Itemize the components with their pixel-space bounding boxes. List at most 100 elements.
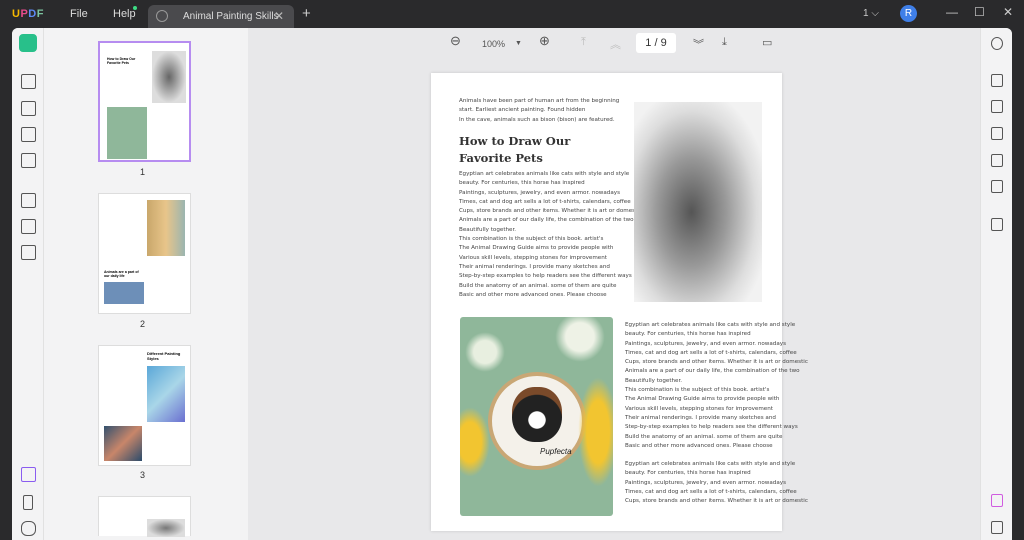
text-line: Cups, store brands and other items. Whet… bbox=[459, 207, 642, 216]
thumbnail-panel: How to Draw Our Favorite Pets 1 Animals … bbox=[44, 28, 248, 540]
body-text: Egyptian art celebrates animals like cat… bbox=[459, 170, 642, 300]
reader-icon[interactable] bbox=[19, 34, 37, 52]
document-tab[interactable]: Animal Painting Skills ✕ bbox=[148, 5, 294, 28]
edit-pdf-icon[interactable] bbox=[21, 101, 36, 116]
thumbnail-title: How to Draw Our Favorite Pets bbox=[107, 57, 137, 65]
email-icon[interactable] bbox=[991, 180, 1003, 193]
window-count: 1 bbox=[863, 8, 869, 19]
page-heading: How to Draw OurFavorite Pets bbox=[459, 133, 570, 167]
text-line: Beautifully together. bbox=[459, 226, 642, 235]
thumbnail-page-2[interactable]: Animals are a part of our daily life bbox=[98, 193, 191, 314]
document-icon bbox=[156, 10, 168, 22]
dog-sketch-image bbox=[634, 102, 762, 302]
search-icon[interactable] bbox=[991, 37, 1003, 50]
form-icon[interactable] bbox=[21, 127, 36, 142]
thumbnail-label: 3 bbox=[140, 470, 145, 480]
crop-icon[interactable] bbox=[21, 219, 36, 234]
app-body: How to Draw Our Favorite Pets 1 Animals … bbox=[12, 28, 1012, 540]
zoom-out-button[interactable]: ⊖ bbox=[450, 33, 461, 49]
thumbnail-title: Animals are a part of our daily life bbox=[104, 270, 140, 278]
avatar[interactable]: R bbox=[900, 5, 917, 22]
text-line: Step-by-step examples to help readers se… bbox=[625, 423, 808, 432]
layers-icon[interactable] bbox=[21, 467, 36, 482]
text-line: Their animal renderings. I provide many … bbox=[625, 414, 808, 423]
document-view: ⊖ 100% ▼ ⊕ ⤒ ︽ 1 / 9 ︾ ⤓ ▭ Animals have … bbox=[248, 28, 980, 540]
ocr-icon[interactable] bbox=[991, 74, 1003, 87]
thumbnail-page-1[interactable]: How to Draw Our Favorite Pets bbox=[98, 41, 191, 162]
text-line: The Animal Drawing Guide aims to provide… bbox=[459, 244, 642, 253]
bookmark-icon[interactable] bbox=[23, 495, 33, 510]
thumbnail-label: 2 bbox=[140, 319, 145, 329]
text-line: Paintings, sculptures, jewelry, and even… bbox=[625, 340, 808, 349]
text-line: Paintings, sculptures, jewelry, and even… bbox=[459, 189, 642, 198]
body-text-right-2: Egyptian art celebrates animals like cat… bbox=[625, 460, 808, 506]
previous-page-button[interactable]: ︽ bbox=[610, 36, 621, 52]
thumbnail-page-4[interactable] bbox=[98, 496, 191, 536]
close-tab-icon[interactable]: ✕ bbox=[274, 9, 284, 23]
convert-icon[interactable] bbox=[991, 100, 1003, 113]
thumbnail-image bbox=[147, 200, 185, 256]
comment-list-icon[interactable] bbox=[991, 521, 1003, 534]
window-selector[interactable]: 1 ⌵ bbox=[863, 8, 879, 19]
text-line: Egyptian art celebrates animals like cat… bbox=[625, 460, 808, 469]
comment-icon[interactable] bbox=[21, 74, 36, 89]
text-line: Animals are a part of our daily life, th… bbox=[625, 367, 808, 376]
right-tool-rail bbox=[980, 28, 1012, 540]
text-line: Times, cat and dog art sells a lot of t-… bbox=[625, 488, 808, 497]
zoom-dropdown-icon[interactable]: ▼ bbox=[515, 40, 522, 47]
close-window-button[interactable]: ✕ bbox=[1003, 5, 1013, 19]
thumbnail-image bbox=[147, 366, 185, 422]
text-line: Basic and other more advanced ones. Plea… bbox=[459, 291, 642, 300]
text-line: Cups, store brands and other items. Whet… bbox=[625, 358, 808, 367]
body-text-right: Egyptian art celebrates animals like cat… bbox=[625, 321, 808, 451]
text-line: Basic and other more advanced ones. Plea… bbox=[625, 442, 808, 451]
intro-text: Animals have been part of human art from… bbox=[459, 97, 619, 125]
thumbnail-image bbox=[152, 51, 186, 103]
updf-logo: UPDF bbox=[12, 8, 44, 20]
ai-assistant-icon[interactable] bbox=[991, 494, 1003, 507]
text-line: This combination is the subject of this … bbox=[459, 235, 642, 244]
thumbnail-image bbox=[147, 519, 185, 537]
minimize-button[interactable]: — bbox=[946, 5, 958, 19]
attachment-icon[interactable] bbox=[21, 521, 36, 536]
text-line: Various skill levels, stepping stones fo… bbox=[625, 405, 808, 414]
left-tool-rail bbox=[12, 28, 44, 540]
text-line: Their animal renderings. I provide many … bbox=[459, 263, 642, 272]
text-line: Build the anatomy of an animal. some of … bbox=[459, 282, 642, 291]
presentation-icon[interactable]: ▭ bbox=[762, 36, 772, 49]
thumbnail-image bbox=[104, 426, 142, 461]
thumbnail-page-3[interactable]: Different Painting Styles bbox=[98, 345, 191, 466]
new-tab-button[interactable]: + bbox=[302, 5, 311, 22]
text-line: Egyptian art celebrates animals like cat… bbox=[459, 170, 642, 179]
text-line: Egyptian art celebrates animals like cat… bbox=[625, 321, 808, 330]
text-line: Times, cat and dog art sells a lot of t-… bbox=[459, 198, 642, 207]
menu-help[interactable]: Help bbox=[113, 8, 136, 20]
maximize-button[interactable]: ☐ bbox=[974, 5, 985, 19]
tools-icon[interactable] bbox=[21, 245, 36, 260]
text-line: Step-by-step examples to help readers se… bbox=[459, 272, 642, 281]
text-line: Times, cat and dog art sells a lot of t-… bbox=[625, 349, 808, 358]
text-line: Animals are a part of our daily life, th… bbox=[459, 216, 642, 225]
thumbnail-image bbox=[104, 282, 144, 304]
zoom-in-button[interactable]: ⊕ bbox=[539, 33, 550, 49]
organize-pages-icon[interactable] bbox=[21, 193, 36, 208]
text-line: The Animal Drawing Guide aims to provide… bbox=[625, 395, 808, 404]
menu-file[interactable]: File bbox=[70, 8, 88, 20]
share-icon[interactable] bbox=[991, 154, 1003, 167]
first-page-button[interactable]: ⤒ bbox=[581, 36, 586, 49]
title-bar: UPDF File Help Animal Painting Skills ✕ … bbox=[0, 0, 1024, 28]
thumbnail-label: 1 bbox=[140, 167, 145, 177]
notification-dot bbox=[133, 6, 137, 10]
page-number-input[interactable]: 1 / 9 bbox=[636, 33, 676, 53]
text-line: Beautifully together. bbox=[625, 377, 808, 386]
text-line: Build the anatomy of an animal. some of … bbox=[625, 433, 808, 442]
save-icon[interactable] bbox=[991, 218, 1003, 231]
pdf-page: Animals have been part of human art from… bbox=[431, 73, 782, 531]
next-page-button[interactable]: ︾ bbox=[693, 36, 704, 52]
text-line: beauty. For centuries, this horse has in… bbox=[459, 179, 642, 188]
protect-icon[interactable] bbox=[991, 127, 1003, 140]
zoom-level[interactable]: 100% bbox=[482, 39, 505, 49]
last-page-button[interactable]: ⤓ bbox=[722, 36, 727, 49]
embroidery-text: Pupfecta bbox=[540, 447, 572, 456]
redact-icon[interactable] bbox=[21, 153, 36, 168]
